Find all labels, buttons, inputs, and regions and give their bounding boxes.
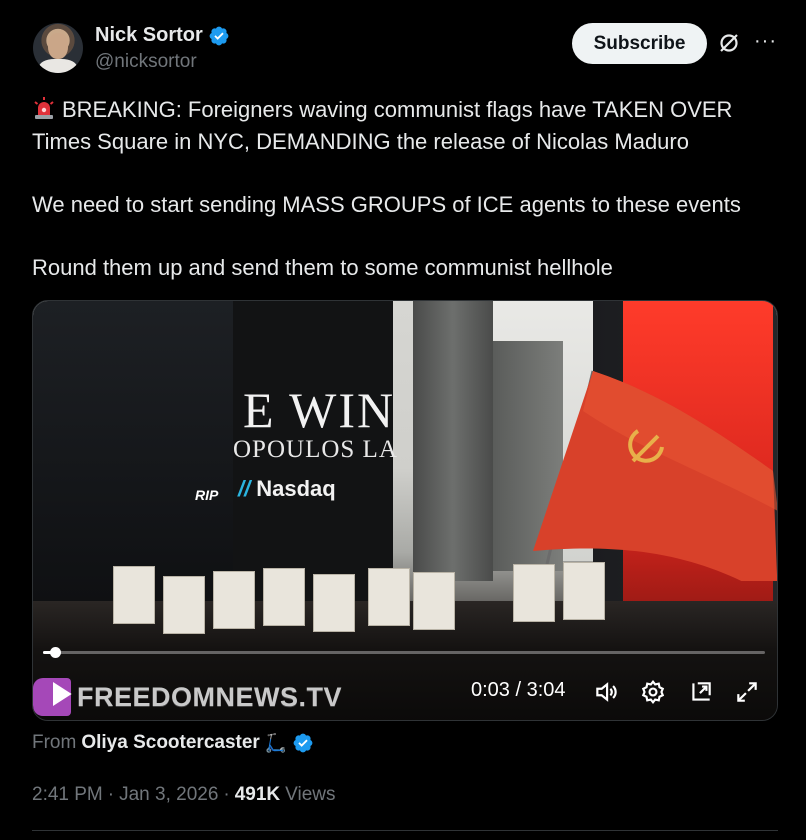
tweet-text: BREAKING: Foreigners waving communist fl…	[32, 94, 782, 283]
video-progress-knob[interactable]	[50, 647, 61, 658]
fullscreen-icon[interactable]	[734, 679, 760, 705]
scene-sign-rip: RIP	[195, 487, 219, 503]
views-count: 491K	[234, 784, 281, 805]
watermark-text: FREEDOMNEWS.TV	[77, 681, 343, 712]
views-label: Views	[285, 784, 336, 805]
tweet-line-2: We need to start sending MASS GROUPS of …	[32, 191, 741, 217]
red-flag-image	[533, 370, 777, 581]
tweet-time[interactable]: 2:41 PM	[32, 784, 103, 806]
pip-icon[interactable]	[688, 679, 714, 705]
scene-sign-sub: OPOULOS LA	[233, 436, 398, 463]
video-attribution: From Oliya Scootercaster 🛴	[32, 732, 314, 754]
more-dots-icon[interactable]: ···	[754, 31, 776, 51]
author-avatar[interactable]	[33, 23, 83, 73]
tweet-line-1: BREAKING: Foreigners waving communist fl…	[32, 94, 782, 157]
volume-icon[interactable]	[593, 679, 619, 705]
play-icon[interactable]	[45, 678, 77, 710]
video-time-display: 0:03 / 3:04	[471, 679, 566, 701]
meta-separator: ·	[107, 784, 115, 805]
tweet-line-1-text: BREAKING: Foreigners waving communist fl…	[32, 97, 733, 154]
from-label: From	[32, 732, 77, 753]
video-progress-bar[interactable]	[43, 647, 765, 658]
siren-light-icon	[34, 97, 54, 119]
tweet-date[interactable]: Jan 3, 2026	[119, 784, 218, 806]
scene-sign-main: E WIN	[243, 382, 396, 438]
scooter-icon: 🛴	[264, 732, 288, 753]
author-handle[interactable]: @nicksortor	[95, 51, 197, 73]
scene-sign-nasdaq: //Nasdaq	[238, 476, 336, 501]
verified-badge-icon	[209, 26, 229, 45]
video-scene-protest-signs	[113, 556, 633, 636]
subscribe-button[interactable]: Subscribe	[572, 23, 707, 64]
source-account-name[interactable]: Oliya Scootercaster	[81, 732, 259, 754]
video-player[interactable]: E WIN OPOULOS LA //Nasdaq RIP FREEDOMNEW…	[32, 300, 778, 721]
author-name-row: Nick Sortor	[95, 24, 230, 47]
tweet-line-3: Round them up and send them to some comm…	[32, 254, 613, 280]
video-watermark: FREEDOMNEWS.TV	[33, 675, 353, 719]
grok-slash-circle-icon[interactable]	[717, 31, 741, 55]
scene-sign-nasdaq-text: Nasdaq	[256, 476, 336, 501]
source-verified-badge-icon	[293, 733, 313, 753]
author-display-name[interactable]: Nick Sortor	[95, 24, 203, 47]
meta-separator: ·	[223, 784, 230, 805]
video-scene-tower	[413, 301, 493, 581]
tweet-meta: 2:41 PM · Jan 3, 2026 · 491K Views	[32, 784, 336, 806]
settings-gear-icon[interactable]	[640, 679, 666, 705]
divider	[32, 830, 778, 831]
